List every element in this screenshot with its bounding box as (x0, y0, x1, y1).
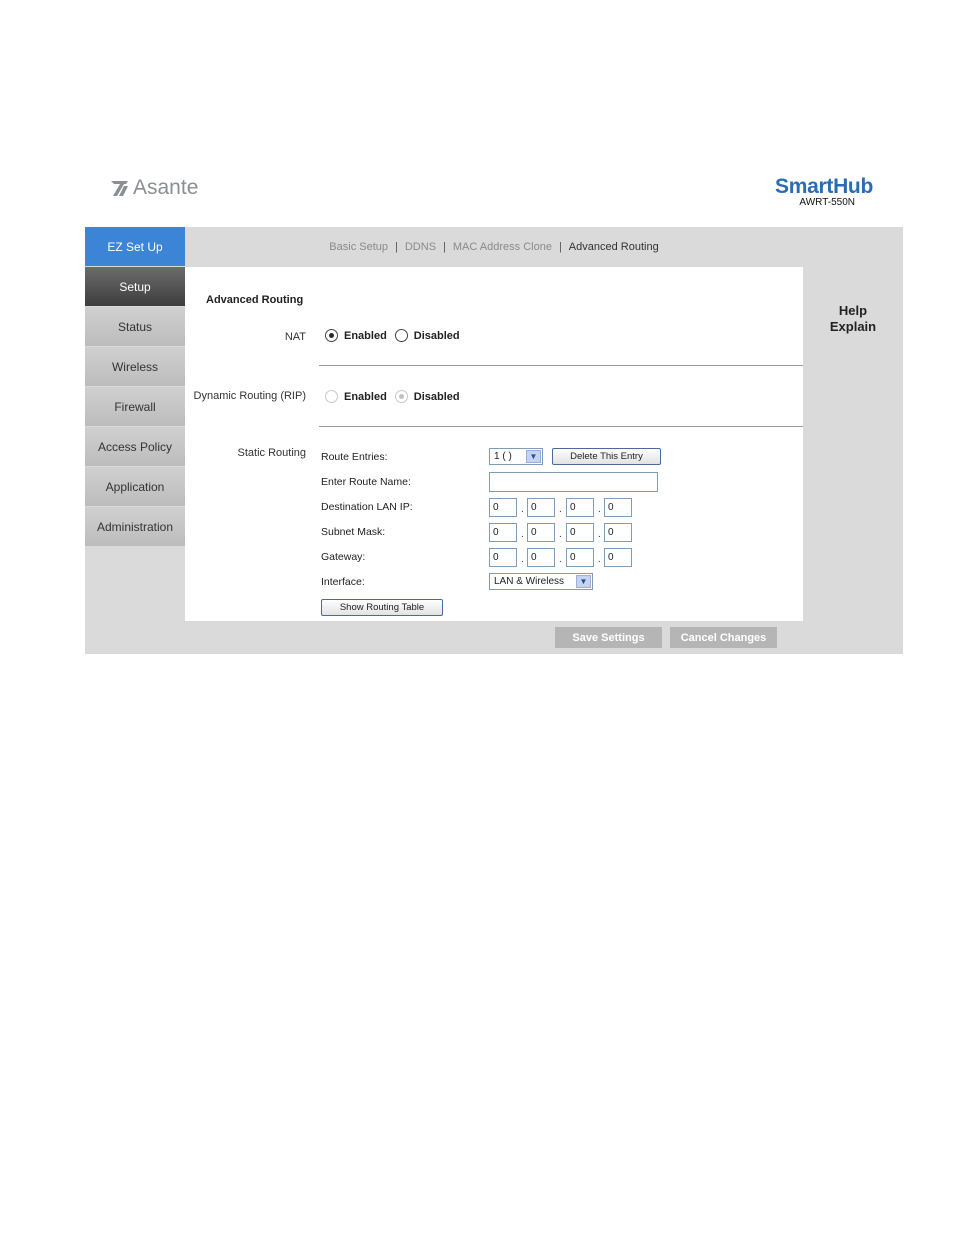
route-entries-select[interactable]: 1 ( ) ▼ (489, 448, 543, 465)
route-entries-value: 1 ( ) (494, 451, 512, 462)
route-entries-label: Route Entries: (321, 451, 388, 463)
chevron-down-icon: ▼ (526, 450, 541, 463)
ip-dot: . (521, 504, 524, 515)
ip-dot: . (559, 529, 562, 540)
nat-disabled-label: Disabled (413, 329, 460, 342)
sidebar-item-setup[interactable]: Setup (85, 267, 185, 306)
ip-dot: . (598, 529, 601, 540)
subnet-octet-2[interactable]: 0 (527, 523, 555, 542)
subnet-octet-1[interactable]: 0 (489, 523, 517, 542)
section-title: Advanced Routing (206, 294, 304, 306)
ip-dot: . (559, 504, 562, 515)
help-explain: Explain (829, 319, 877, 334)
sidebar-item-administration[interactable]: Administration (85, 507, 185, 546)
sub-navigation: Basic Setup | DDNS | MAC Address Clone |… (185, 227, 803, 267)
save-settings-button[interactable]: Save Settings (555, 627, 662, 648)
route-name-input[interactable] (489, 472, 658, 492)
subnet-octet-4[interactable]: 0 (604, 523, 632, 542)
subnet-mask-label: Subnet Mask: (321, 526, 386, 538)
gateway-octet-2[interactable]: 0 (527, 548, 555, 567)
rip-enabled-radio[interactable] (325, 390, 338, 403)
header: Asante SmartHub AWRT-550N (85, 170, 903, 227)
nat-enabled-radio[interactable] (325, 329, 338, 342)
gateway-octet-3[interactable]: 0 (566, 548, 594, 567)
rip-label: Dynamic Routing (RIP) (193, 390, 306, 402)
subnav-ddns[interactable]: DDNS (405, 241, 436, 253)
subnet-octet-3[interactable]: 0 (566, 523, 594, 542)
sidebar-item-status[interactable]: Status (85, 307, 185, 346)
dest-ip-octet-3[interactable]: 0 (566, 498, 594, 517)
ip-dot: . (598, 504, 601, 515)
rip-radio-group: Enabled Disabled (325, 390, 460, 403)
dest-ip-octet-2[interactable]: 0 (527, 498, 555, 517)
route-name-label: Enter Route Name: (321, 476, 411, 488)
subnav-separator: | (558, 241, 562, 253)
static-routing-label: Static Routing (237, 447, 306, 459)
brand-name: SmartHub (775, 175, 873, 198)
asante-logo: Asante (111, 176, 198, 200)
cancel-changes-button[interactable]: Cancel Changes (670, 627, 777, 648)
gateway-octet-4[interactable]: 0 (604, 548, 632, 567)
divider (319, 426, 803, 427)
subnav-basic-setup[interactable]: Basic Setup (329, 241, 388, 253)
subnav-mac-address-clone[interactable]: MAC Address Clone (453, 241, 552, 253)
rip-disabled-label: Disabled (413, 390, 460, 403)
subnav-advanced-routing[interactable]: Advanced Routing (569, 241, 659, 253)
subnav-separator: | (443, 241, 446, 253)
content-panel: Advanced Routing NAT Enabled Disabled Dy… (185, 267, 803, 621)
nat-label: NAT (284, 331, 306, 343)
asante-logo-text: Asante (133, 176, 199, 199)
delete-entry-button[interactable]: Delete This Entry (552, 448, 661, 465)
sidebar: EZ Set Up Setup Status Wireless Firewall… (85, 227, 185, 547)
ip-dot: . (521, 554, 524, 565)
sidebar-item-ez-setup[interactable]: EZ Set Up (85, 227, 185, 266)
router-admin-ui: Asante SmartHub AWRT-550N EZ Set Up Setu… (85, 170, 903, 654)
rip-disabled-radio[interactable] (394, 390, 408, 403)
sidebar-item-wireless[interactable]: Wireless (85, 347, 185, 386)
dest-ip-octet-4[interactable]: 0 (604, 498, 632, 517)
ip-dot: . (598, 554, 601, 565)
interface-value: LAN & Wireless (494, 576, 565, 587)
dest-ip-octet-1[interactable]: 0 (489, 498, 517, 517)
sidebar-item-firewall[interactable]: Firewall (85, 387, 185, 426)
gateway-label: Gateway: (321, 551, 366, 563)
help-title: Help (838, 303, 868, 318)
sidebar-item-access-policy[interactable]: Access Policy (85, 427, 185, 466)
nat-disabled-radio[interactable] (394, 329, 408, 342)
subnav-separator: | (395, 241, 398, 253)
interface-label: Interface: (321, 576, 365, 588)
divider (319, 365, 803, 366)
help-panel: Help Explain (803, 303, 903, 335)
interface-select[interactable]: LAN & Wireless ▼ (489, 573, 593, 590)
destination-lan-ip-label: Destination LAN IP: (321, 501, 413, 513)
ip-dot: . (559, 554, 562, 565)
show-routing-table-button[interactable]: Show Routing Table (321, 599, 443, 616)
gateway-octet-1[interactable]: 0 (489, 548, 517, 567)
asante-mark-icon (111, 181, 128, 196)
smarthub-brand: SmartHub AWRT-550N (775, 175, 873, 208)
ip-dot: . (521, 529, 524, 540)
rip-enabled-label: Enabled (344, 390, 387, 403)
chevron-down-icon: ▼ (576, 575, 591, 588)
nat-enabled-label: Enabled (344, 329, 387, 342)
nat-radio-group: Enabled Disabled (325, 329, 460, 342)
sidebar-item-application[interactable]: Application (85, 467, 185, 506)
